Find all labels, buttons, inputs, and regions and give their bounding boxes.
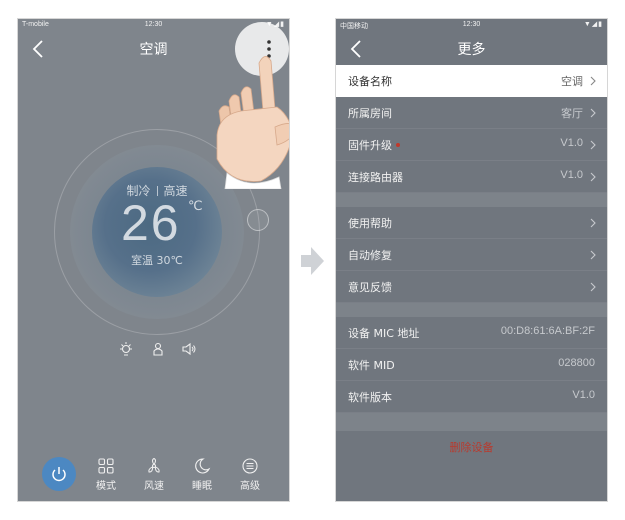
delete-device-button[interactable]: 删除设备: [336, 431, 607, 463]
chevron-right-icon: [590, 140, 596, 150]
row-value: 空调: [561, 76, 583, 88]
temperature-unit: ℃: [188, 199, 203, 214]
status-time: 12:30: [462, 21, 481, 28]
bottom-control-bar: 模式 风速 睡眠 高级: [18, 455, 289, 501]
settings-row-router[interactable]: 连接路由器 V1.0: [336, 161, 607, 193]
power-icon: [52, 467, 66, 482]
ac-control-screen: T-mobile 12:30 ▼◢▮ 空调 制冷高速 26 ℃ 室温 30℃: [17, 18, 290, 502]
row-value: V1.0: [572, 389, 595, 401]
tab-fan-speed[interactable]: 风速: [134, 457, 174, 497]
more-settings-screen: 中国移动 12:30 ▼◢▮ 更多 设备名称 空调 所属房间 客厅 固件升级 V…: [335, 18, 608, 502]
row-value: 客厅: [561, 108, 583, 120]
row-label: 意见反馈: [348, 281, 392, 294]
tab-label: 模式: [96, 481, 116, 492]
tab-label: 睡眠: [192, 481, 212, 492]
nav-bar: 更多: [336, 33, 607, 65]
grid-icon: [98, 458, 114, 474]
row-label: 设备名称: [348, 75, 392, 88]
flow-arrow-icon: [301, 247, 324, 275]
row-value: V1.0: [560, 169, 583, 181]
tab-advanced[interactable]: 高级: [230, 457, 270, 497]
row-label-text: 固件升级: [348, 139, 392, 152]
info-row-software-mid: 软件 MID 028800: [336, 349, 607, 381]
fan-icon: [148, 457, 160, 473]
tab-mode[interactable]: 模式: [86, 457, 126, 497]
row-value: 00:D8:61:6A:BF:2F: [500, 325, 595, 337]
tap-hand-icon: [216, 56, 289, 189]
row-label: 连接路由器: [348, 171, 403, 184]
kid-lock-icon[interactable]: [150, 341, 166, 357]
chevron-right-icon: [590, 172, 596, 182]
settings-list: 设备名称 空调 所属房间 客厅 固件升级 V1.0 连接路由器 V1.0 使用帮…: [336, 65, 607, 463]
row-label: 固件升级: [348, 137, 400, 153]
tab-label: 高级: [240, 481, 260, 492]
chevron-right-icon: [590, 108, 596, 118]
room-temperature: 室温 30℃: [131, 254, 183, 267]
row-value: V1.0: [560, 137, 583, 149]
row-label: 软件 MID: [348, 359, 395, 372]
section-divider: [336, 303, 607, 317]
chevron-right-icon: [590, 76, 596, 86]
settings-row-firmware[interactable]: 固件升级 V1.0: [336, 129, 607, 161]
dial-knob[interactable]: [247, 209, 269, 231]
chevron-right-icon: [590, 250, 596, 260]
light-icon[interactable]: [118, 341, 134, 357]
row-label: 软件版本: [348, 391, 392, 404]
temperature-value: 26: [121, 195, 181, 251]
row-value: 028800: [558, 357, 595, 369]
moon-icon: [195, 458, 211, 474]
sound-icon[interactable]: [181, 341, 197, 357]
row-label: 所属房间: [348, 107, 392, 120]
chevron-right-icon: [590, 282, 596, 292]
function-icons: [113, 341, 203, 359]
page-title: 更多: [457, 42, 486, 58]
menu-circle-icon: [242, 458, 258, 474]
tab-label: 风速: [144, 481, 164, 492]
settings-row-room[interactable]: 所属房间 客厅: [336, 97, 607, 129]
row-label: 设备 MIC 地址: [348, 327, 420, 340]
status-icons: ▼◢▮: [583, 21, 603, 28]
row-label: 自动修复: [348, 249, 392, 262]
row-label: 使用帮助: [348, 217, 392, 230]
delete-device-label: 删除设备: [449, 441, 494, 454]
settings-row-auto-repair[interactable]: 自动修复: [336, 239, 607, 271]
section-divider: [336, 413, 607, 431]
settings-row-help[interactable]: 使用帮助: [336, 207, 607, 239]
settings-row-device-name[interactable]: 设备名称 空调: [336, 65, 607, 97]
power-button[interactable]: [42, 457, 76, 491]
status-bar: 中国移动 12:30 ▼◢▮: [336, 19, 607, 33]
section-divider: [336, 193, 607, 207]
info-row-mic-address: 设备 MIC 地址 00:D8:61:6A:BF:2F: [336, 317, 607, 349]
update-badge: [396, 143, 400, 147]
info-row-software-version: 软件版本 V1.0: [336, 381, 607, 413]
tab-sleep[interactable]: 睡眠: [182, 457, 222, 497]
settings-row-feedback[interactable]: 意见反馈: [336, 271, 607, 303]
chevron-right-icon: [590, 218, 596, 228]
